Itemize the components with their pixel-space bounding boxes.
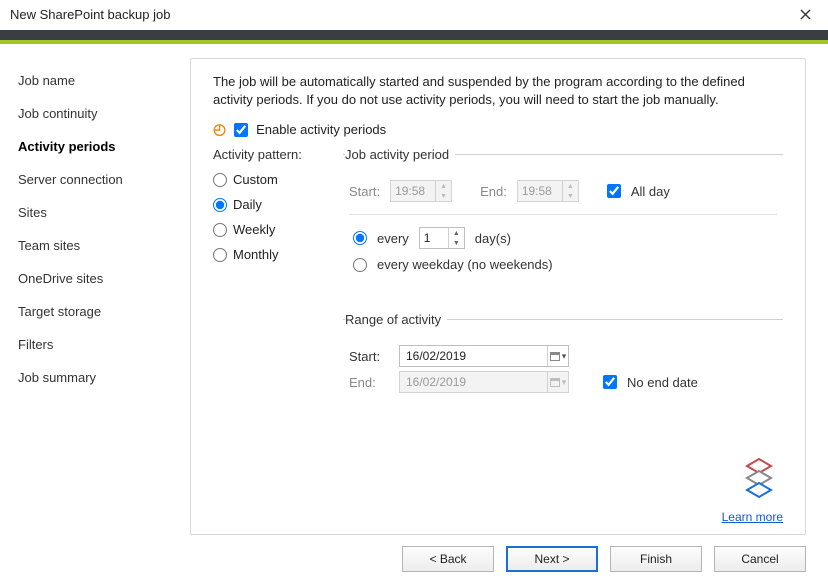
no-end-date-checkbox[interactable] [603, 375, 617, 389]
separator [349, 214, 777, 215]
titlebar-dark-strip [0, 30, 828, 40]
close-button[interactable] [790, 0, 820, 30]
activity-pattern-label: Activity pattern: [213, 147, 325, 162]
titlebar: New SharePoint backup job [0, 0, 828, 30]
range-start-date-input[interactable] [404, 348, 547, 364]
wizard-buttons: < Back Next > Finish Cancel [0, 535, 828, 583]
sidebar-item-onedrive-sites[interactable]: OneDrive sites [18, 262, 168, 295]
range-start-date[interactable]: ▾ [399, 345, 569, 367]
spinner-down-icon[interactable]: ▼ [449, 238, 464, 248]
sidebar: Job name Job continuity Activity periods… [0, 44, 168, 535]
sidebar-item-activity-periods[interactable]: Activity periods [18, 130, 168, 163]
date-picker-button[interactable]: ▾ [547, 346, 568, 366]
radio-label: Daily [233, 197, 262, 212]
finish-button[interactable]: Finish [610, 546, 702, 572]
range-end-date-input [404, 374, 547, 390]
spinner-up-icon: ▲ [563, 181, 578, 191]
spinner-up-icon[interactable]: ▲ [449, 228, 464, 238]
activity-pattern-weekly-radio[interactable] [213, 223, 227, 237]
radio-label: Custom [233, 172, 278, 187]
range-start-label: Start: [349, 349, 389, 364]
content-panel: The job will be automatically started an… [190, 58, 806, 535]
start-time-input [391, 181, 435, 201]
every-weekday-radio[interactable] [353, 258, 367, 272]
calendar-icon [550, 378, 560, 387]
every-suffix-label: day(s) [475, 231, 511, 246]
no-end-date-label: No end date [627, 375, 698, 390]
every-weekday-label: every weekday (no weekends) [377, 257, 553, 272]
activity-pattern-weekly[interactable]: Weekly [213, 222, 325, 237]
range-of-activity-group: Range of activity Start: ▾ End: [343, 312, 783, 403]
sidebar-item-job-summary[interactable]: Job summary [18, 361, 168, 394]
sidebar-item-job-name[interactable]: Job name [18, 64, 168, 97]
sidebar-item-target-storage[interactable]: Target storage [18, 295, 168, 328]
activity-pattern-daily[interactable]: Daily [213, 197, 325, 212]
learn-more-link[interactable]: Learn more [722, 510, 783, 524]
enable-activity-periods-checkbox[interactable] [234, 123, 248, 137]
activity-pattern-monthly-radio[interactable] [213, 248, 227, 262]
all-day-checkbox[interactable] [607, 184, 621, 198]
sidebar-item-filters[interactable]: Filters [18, 328, 168, 361]
all-day-label: All day [631, 184, 670, 199]
range-end-label: End: [349, 375, 389, 390]
spinner-up-icon: ▲ [436, 181, 451, 191]
every-n-days-radio[interactable] [353, 231, 367, 245]
every-n-days-input[interactable] [420, 228, 448, 248]
end-time-spinner: ▲▼ [517, 180, 579, 202]
enable-activity-periods-label: Enable activity periods [256, 122, 386, 137]
activity-pattern-custom[interactable]: Custom [213, 172, 325, 187]
description-text: The job will be automatically started an… [191, 59, 805, 118]
sidebar-item-team-sites[interactable]: Team sites [18, 229, 168, 262]
chevron-down-icon: ▾ [562, 351, 567, 362]
radio-label: Weekly [233, 222, 275, 237]
close-icon [800, 9, 811, 20]
activity-pattern-monthly[interactable]: Monthly [213, 247, 325, 262]
radio-label: Monthly [233, 247, 279, 262]
end-time-input [518, 181, 562, 201]
activity-pattern-custom-radio[interactable] [213, 173, 227, 187]
end-time-label: End: [480, 184, 507, 199]
job-activity-period-group: Job activity period Start: ▲▼ End: [343, 147, 783, 282]
activity-pattern-daily-radio[interactable] [213, 198, 227, 212]
start-time-label: Start: [349, 184, 380, 199]
every-prefix-label: every [377, 231, 409, 246]
sidebar-item-sites[interactable]: Sites [18, 196, 168, 229]
window-title: New SharePoint backup job [10, 7, 170, 22]
calendar-icon [550, 352, 560, 361]
range-end-date: ▾ [399, 371, 569, 393]
clock-icon: ◴ [213, 122, 226, 137]
job-activity-period-legend: Job activity period [345, 147, 455, 162]
sidebar-item-server-connection[interactable]: Server connection [18, 163, 168, 196]
chevron-down-icon: ▾ [562, 377, 567, 388]
next-button[interactable]: Next > [506, 546, 598, 572]
date-picker-button: ▾ [547, 372, 568, 392]
every-n-days-spinner[interactable]: ▲▼ [419, 227, 465, 249]
spinner-down-icon: ▼ [436, 191, 451, 201]
start-time-spinner: ▲▼ [390, 180, 452, 202]
range-of-activity-legend: Range of activity [345, 312, 447, 327]
back-button[interactable]: < Back [402, 546, 494, 572]
spinner-down-icon: ▼ [563, 191, 578, 201]
brand-logo [735, 452, 783, 500]
sidebar-item-job-continuity[interactable]: Job continuity [18, 97, 168, 130]
cancel-button[interactable]: Cancel [714, 546, 806, 572]
